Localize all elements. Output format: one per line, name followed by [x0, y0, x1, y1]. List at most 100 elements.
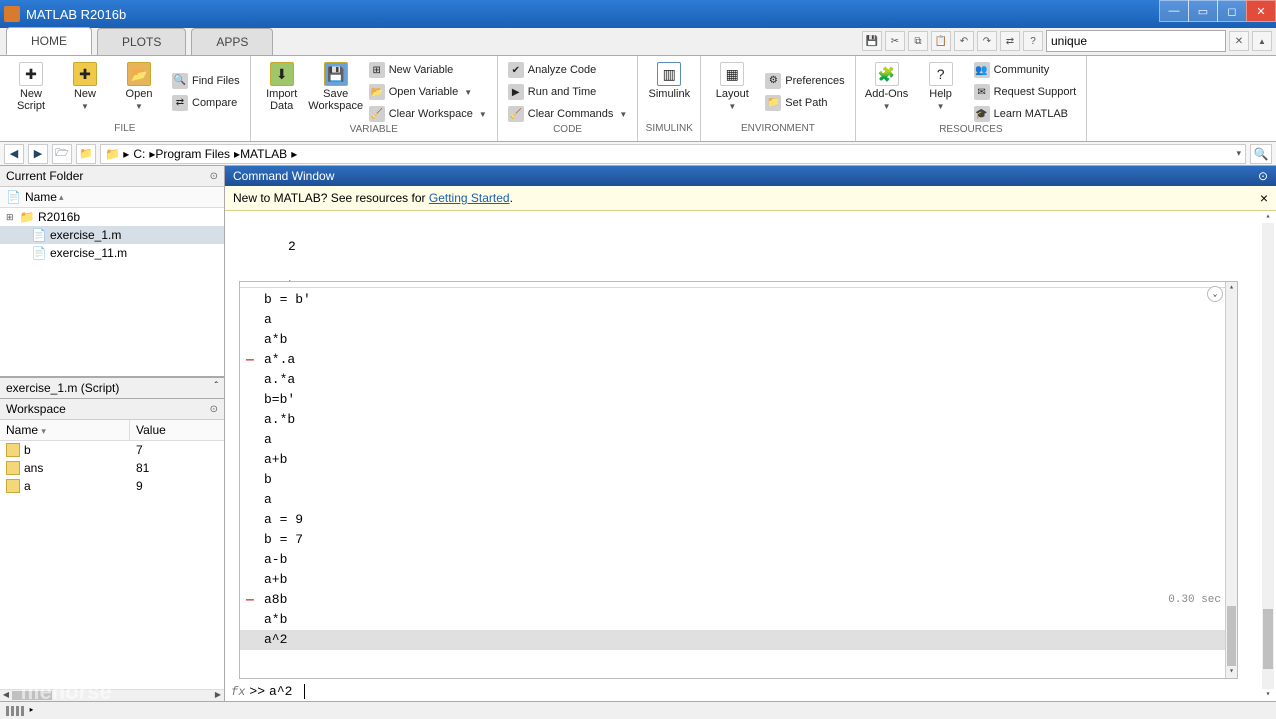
- restore-button[interactable]: ▭: [1188, 0, 1218, 22]
- history-scrollbar[interactable]: ▴ ▾: [1225, 282, 1237, 678]
- quick-copy-icon[interactable]: ⧉: [908, 31, 928, 51]
- community-button[interactable]: 👥Community: [970, 60, 1081, 80]
- history-item[interactable]: a: [240, 490, 1225, 510]
- path-seg-program-files[interactable]: Program Files ▸: [155, 147, 240, 161]
- command-prompt[interactable]: fx >> a^2: [231, 684, 305, 699]
- layout-button[interactable]: ▦Layout▼: [707, 60, 757, 123]
- learn-matlab-button[interactable]: 🎓Learn MATLAB: [970, 104, 1081, 124]
- run-and-time-button[interactable]: ▶Run and Time: [504, 82, 632, 102]
- help-button[interactable]: ?Help▼: [916, 60, 966, 124]
- path-input[interactable]: 📁 ▸ C: ▸ Program Files ▸ MATLAB ▸ ▾: [100, 144, 1246, 164]
- new-button[interactable]: ✚New▼: [60, 60, 110, 123]
- window-title: MATLAB R2016b: [26, 7, 126, 22]
- getting-started-link[interactable]: Getting Started: [429, 191, 510, 205]
- ws-col-value[interactable]: Value: [130, 420, 172, 440]
- history-item[interactable]: a = 9: [240, 510, 1225, 530]
- simulink-button[interactable]: ▥Simulink: [644, 60, 694, 123]
- history-item[interactable]: a*.a: [240, 350, 1225, 370]
- browse-button[interactable]: 📁: [76, 144, 96, 164]
- workspace-row[interactable]: b7: [0, 441, 224, 459]
- new-script-button[interactable]: ✚New Script: [6, 60, 56, 123]
- import-data-button[interactable]: ⬇Import Data: [257, 60, 307, 124]
- history-scroll-thumb[interactable]: [1227, 606, 1236, 666]
- quick-save-icon[interactable]: 💾: [862, 31, 882, 51]
- find-files-button[interactable]: 🔍Find Files: [168, 71, 244, 91]
- current-folder-menu-icon[interactable]: ⊙: [210, 171, 218, 182]
- file-icon: 📄: [32, 228, 46, 242]
- workspace-menu-icon[interactable]: ⊙: [210, 404, 218, 415]
- request-support-button[interactable]: ✉Request Support: [970, 82, 1081, 102]
- history-item[interactable]: a: [240, 310, 1225, 330]
- history-item[interactable]: a.*a: [240, 370, 1225, 390]
- tab-apps[interactable]: APPS: [191, 28, 273, 55]
- quick-help-icon[interactable]: ?: [1023, 31, 1043, 51]
- fx-icon[interactable]: fx: [231, 685, 245, 699]
- new-variable-button[interactable]: ⊞New Variable: [365, 60, 491, 80]
- preferences-button[interactable]: ⚙Preferences: [761, 71, 848, 91]
- search-docs-input[interactable]: [1046, 30, 1226, 52]
- tab-plots[interactable]: PLOTS: [97, 28, 186, 55]
- search-path-button[interactable]: 🔍: [1250, 144, 1272, 164]
- search-clear-icon[interactable]: ✕: [1229, 31, 1249, 51]
- history-item[interactable]: a+b: [240, 450, 1225, 470]
- ws-col-name[interactable]: Name ▾: [0, 420, 130, 440]
- command-input[interactable]: a^2: [269, 684, 292, 699]
- script-details-header[interactable]: exercise_1.m (Script) ˆ: [0, 377, 224, 399]
- quick-undo-icon[interactable]: ↶: [954, 31, 974, 51]
- history-item[interactable]: a*b: [240, 610, 1225, 630]
- cf-item[interactable]: 📄exercise_11.m: [0, 244, 224, 262]
- forward-button[interactable]: ▶: [28, 144, 48, 164]
- back-button[interactable]: ◀: [4, 144, 24, 164]
- tab-home[interactable]: HOME: [6, 27, 92, 55]
- file-icon: 📄: [32, 246, 46, 260]
- history-item[interactable]: a-b: [240, 550, 1225, 570]
- command-window[interactable]: 2 >> a+b ⌄ b = b'aa*ba*.aa.*ab=b'a.*baa+…: [225, 211, 1276, 701]
- minimize-button[interactable]: —: [1159, 0, 1189, 22]
- history-item[interactable]: a.*b: [240, 410, 1225, 430]
- history-item[interactable]: a*b: [240, 330, 1225, 350]
- workspace-row[interactable]: ans81: [0, 459, 224, 477]
- cf-item[interactable]: ⊞📁R2016b: [0, 208, 224, 226]
- history-item[interactable]: b = 7: [240, 530, 1225, 550]
- clear-workspace-button[interactable]: 🧹Clear Workspace▼: [365, 104, 491, 124]
- cf-col-name[interactable]: 📄 Name ▴: [0, 187, 224, 208]
- gear-icon: ⚙: [765, 73, 781, 89]
- history-scroll-up-icon[interactable]: ▴: [1226, 282, 1237, 294]
- set-path-button[interactable]: 📁Set Path: [761, 93, 848, 113]
- cmd-scrollbar[interactable]: ▴ ▾: [1262, 211, 1274, 701]
- banner-close-icon[interactable]: ×: [1260, 190, 1268, 206]
- open-variable-button[interactable]: 📂Open Variable▼: [365, 82, 491, 102]
- path-seg-matlab[interactable]: MATLAB ▸: [240, 147, 297, 161]
- history-item[interactable]: a^2: [240, 630, 1225, 650]
- history-item[interactable]: a8b0.30 sec: [240, 590, 1225, 610]
- quick-redo-icon[interactable]: ↷: [977, 31, 997, 51]
- quick-paste-icon[interactable]: 📋: [931, 31, 951, 51]
- history-item[interactable]: b=b': [240, 390, 1225, 410]
- path-seg-drive[interactable]: 📁 ▸ C: ▸: [105, 147, 155, 161]
- analyze-code-button[interactable]: ✔Analyze Code: [504, 60, 632, 80]
- open-button[interactable]: 📂Open▼: [114, 60, 164, 123]
- history-item[interactable]: a+b: [240, 570, 1225, 590]
- maximize-button[interactable]: ◻: [1217, 0, 1247, 22]
- save-workspace-button[interactable]: 💾Save Workspace: [311, 60, 361, 124]
- left-hscroll[interactable]: ◀▶: [0, 689, 224, 701]
- matlab-icon: [4, 6, 20, 22]
- workspace-row[interactable]: a9: [0, 477, 224, 495]
- cf-item[interactable]: 📄exercise_1.m: [0, 226, 224, 244]
- command-window-menu-icon[interactable]: ⊙: [1258, 169, 1268, 183]
- close-button[interactable]: ✕: [1246, 0, 1276, 22]
- compare-button[interactable]: ⇄Compare: [168, 93, 244, 113]
- history-item[interactable]: a: [240, 430, 1225, 450]
- analyze-icon: ✔: [508, 62, 524, 78]
- quick-cut-icon[interactable]: ✂: [885, 31, 905, 51]
- history-item[interactable]: b: [240, 470, 1225, 490]
- minimize-toolstrip-icon[interactable]: ▲: [1252, 31, 1272, 51]
- quick-switch-icon[interactable]: ⇄: [1000, 31, 1020, 51]
- learn-icon: 🎓: [974, 106, 990, 122]
- history-scroll-down-icon[interactable]: ▾: [1226, 666, 1237, 678]
- up-folder-button[interactable]: 🗁: [52, 144, 72, 164]
- addons-button[interactable]: 🧩Add-Ons▼: [862, 60, 912, 124]
- clear-commands-button[interactable]: 🧹Clear Commands▼: [504, 104, 632, 124]
- history-resize-handle[interactable]: [240, 282, 1237, 288]
- history-item[interactable]: b = b': [240, 290, 1225, 310]
